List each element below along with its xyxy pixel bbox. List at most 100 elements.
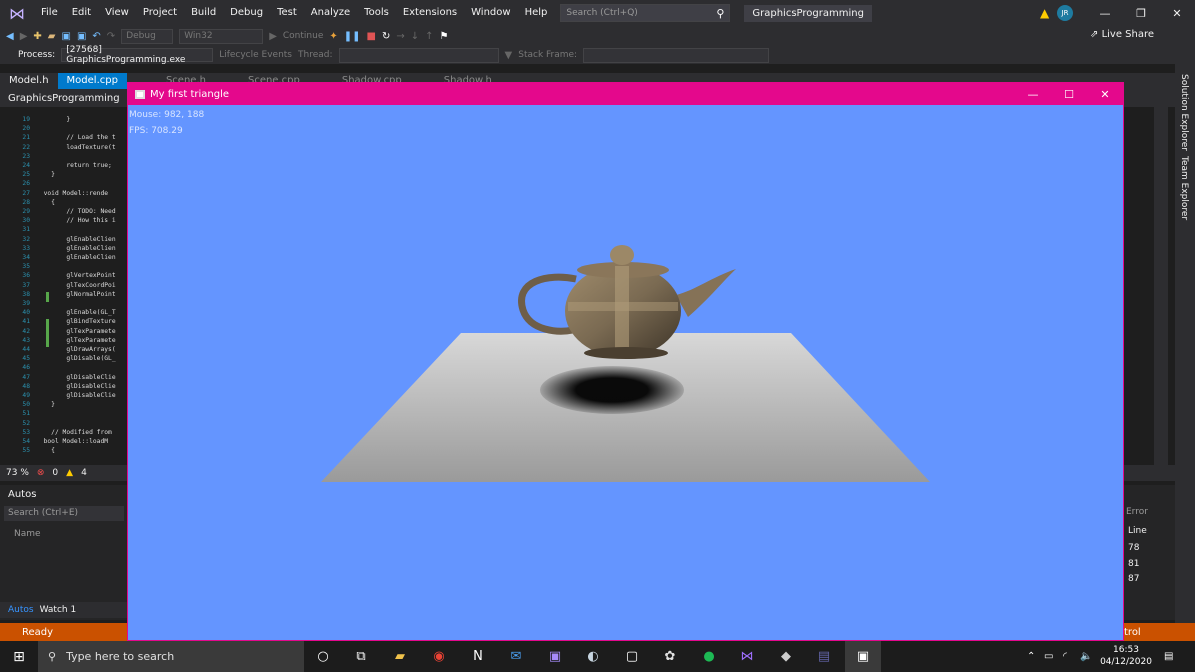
gl-window-titlebar[interactable]: My first triangle — ☐ ✕ xyxy=(128,83,1123,105)
code-text[interactable]: glDisable(GL_ xyxy=(36,355,115,362)
code-line[interactable]: 44 glDrawArrays( xyxy=(0,345,115,354)
code-line[interactable]: 47 glDisableClie xyxy=(0,373,115,382)
pause-icon[interactable]: ❚❚ xyxy=(344,31,361,42)
redo-icon[interactable]: ↷ xyxy=(107,31,115,42)
zoom-level[interactable]: 73 % xyxy=(6,468,29,478)
code-text[interactable]: } xyxy=(36,171,55,178)
forward-icon[interactable]: ▶ xyxy=(20,31,28,42)
solution-explorer-tab[interactable]: Solution Explorer xyxy=(1179,74,1189,151)
mail-icon[interactable]: ✉ xyxy=(498,641,534,672)
close-icon[interactable]: ✕ xyxy=(1087,83,1123,105)
teams-icon[interactable]: ▤ xyxy=(806,641,842,672)
continue-icon[interactable]: ▶ xyxy=(269,31,277,42)
code-line[interactable]: 31 xyxy=(0,225,36,234)
code-text[interactable]: { xyxy=(36,447,55,454)
code-line[interactable]: 40 glEnable(GL_T xyxy=(0,308,115,317)
system-clock[interactable]: 16:53 04/12/2020 xyxy=(1098,644,1154,668)
code-text[interactable]: // How this i xyxy=(36,217,115,224)
code-text[interactable]: // TODO: Need xyxy=(36,208,115,215)
line-number[interactable]: 87 xyxy=(1128,574,1139,584)
thread-select[interactable] xyxy=(338,47,499,63)
gl-scene[interactable] xyxy=(128,105,1123,640)
code-text[interactable]: { xyxy=(36,199,55,206)
menu-tools[interactable]: Tools xyxy=(357,0,396,26)
task-view-icon[interactable]: ⧉ xyxy=(343,641,379,672)
code-text[interactable]: // Load the t xyxy=(36,134,115,141)
tray-expand-icon[interactable]: ⌃ xyxy=(1027,641,1035,672)
code-text[interactable]: bool Model::loadM xyxy=(36,438,108,445)
tab-model-cpp[interactable]: Model.cpp xyxy=(57,73,127,89)
code-text[interactable]: glDisableClie xyxy=(36,392,115,399)
code-line[interactable]: 55 { xyxy=(0,446,55,455)
code-line[interactable]: 48 glDisableClie xyxy=(0,382,115,391)
code-text[interactable]: glEnableClien xyxy=(36,245,115,252)
wifi-icon[interactable]: ◜ xyxy=(1063,641,1067,672)
menu-file[interactable]: File xyxy=(34,0,65,26)
tab-model-h[interactable]: Model.h xyxy=(0,73,58,89)
filter-icon[interactable]: ▼ xyxy=(505,50,513,61)
battery-icon[interactable]: ▭ xyxy=(1044,641,1053,672)
app-icon[interactable]: ◆ xyxy=(768,641,804,672)
step-over-icon[interactable]: ↓ xyxy=(411,31,419,42)
code-text[interactable]: } xyxy=(36,116,70,123)
notification-warning-icon[interactable]: ▲ xyxy=(1040,6,1049,20)
code-line[interactable]: 42 glTexParamete xyxy=(0,327,115,336)
notifications-icon[interactable]: ▤ xyxy=(1164,641,1173,672)
code-text[interactable]: glDrawArrays( xyxy=(36,346,115,353)
code-line[interactable]: 52 xyxy=(0,419,36,428)
project-dropdown[interactable]: GraphicsProgramming xyxy=(8,93,120,104)
code-text[interactable]: glEnableClien xyxy=(36,236,115,243)
new-item-icon[interactable]: ✚ xyxy=(33,31,41,42)
cortana-icon[interactable]: ○ xyxy=(305,641,341,672)
code-line[interactable]: 20 xyxy=(0,124,36,133)
code-line[interactable]: 46 xyxy=(0,363,36,372)
code-line[interactable]: 28 { xyxy=(0,198,55,207)
code-line[interactable]: 22 loadTexture(t xyxy=(0,143,115,152)
restore-icon[interactable]: ❐ xyxy=(1123,0,1159,26)
code-line[interactable]: 21 // Load the t xyxy=(0,133,115,142)
code-text[interactable]: glVertexPoint xyxy=(36,272,115,279)
code-text[interactable]: } xyxy=(36,401,55,408)
code-line[interactable]: 54 bool Model::loadM xyxy=(0,437,108,446)
code-line[interactable]: 35 xyxy=(0,262,36,271)
gl-window-icon[interactable]: ▣ xyxy=(845,641,881,672)
open-icon[interactable]: ▰ xyxy=(48,31,56,42)
visual-studio-icon[interactable]: ⋈ xyxy=(729,641,765,672)
code-line[interactable]: 45 glDisable(GL_ xyxy=(0,354,115,363)
code-line[interactable]: 50 } xyxy=(0,400,55,409)
bookmark-icon[interactable]: ⚑ xyxy=(440,31,449,42)
code-text[interactable]: glDisableClie xyxy=(36,374,115,381)
error-count[interactable]: 0 xyxy=(52,468,58,478)
notion-icon[interactable]: N xyxy=(460,641,496,672)
menu-help[interactable]: Help xyxy=(518,0,555,26)
save-all-icon[interactable]: ▣ xyxy=(77,31,86,42)
code-text[interactable]: loadTexture(t xyxy=(36,144,115,151)
code-line[interactable]: 27 void Model::rende xyxy=(0,189,108,198)
code-text[interactable]: glTexParamete xyxy=(36,337,115,344)
step-into-icon[interactable]: → xyxy=(396,31,404,42)
code-line[interactable]: 38 glNormalPoint xyxy=(0,290,115,299)
code-text[interactable]: glTexCoordPoi xyxy=(36,282,115,289)
code-line[interactable]: 26 xyxy=(0,179,36,188)
code-line[interactable]: 30 // How this i xyxy=(0,216,115,225)
davinci-icon[interactable]: ✿ xyxy=(652,641,688,672)
lifecycle-events-button[interactable]: Lifecycle Events xyxy=(219,50,292,60)
code-line[interactable]: 19 } xyxy=(0,115,70,124)
undo-icon[interactable]: ↶ xyxy=(92,31,100,42)
menu-edit[interactable]: Edit xyxy=(65,0,98,26)
tab-autos[interactable]: Autos xyxy=(8,605,34,615)
code-text[interactable]: glBindTexture xyxy=(36,318,115,325)
file-explorer-icon[interactable]: ▰ xyxy=(382,641,418,672)
stack-frame-select[interactable] xyxy=(583,47,770,63)
menu-test[interactable]: Test xyxy=(270,0,304,26)
process-select[interactable]: [27568] GraphicsProgramming.exe xyxy=(61,45,214,65)
menu-extensions[interactable]: Extensions xyxy=(396,0,464,26)
windows-start-icon[interactable]: ⊞ xyxy=(0,641,38,672)
restart-icon[interactable]: ↻ xyxy=(382,31,390,42)
warning-count[interactable]: 4 xyxy=(81,468,87,478)
code-line[interactable]: 41 glBindTexture xyxy=(0,317,115,326)
code-line[interactable]: 24 return true; xyxy=(0,161,111,170)
steam-icon[interactable]: ◐ xyxy=(575,641,611,672)
menu-window[interactable]: Window xyxy=(464,0,517,26)
search-input[interactable]: Search (Ctrl+Q) ⚲ xyxy=(560,4,731,22)
